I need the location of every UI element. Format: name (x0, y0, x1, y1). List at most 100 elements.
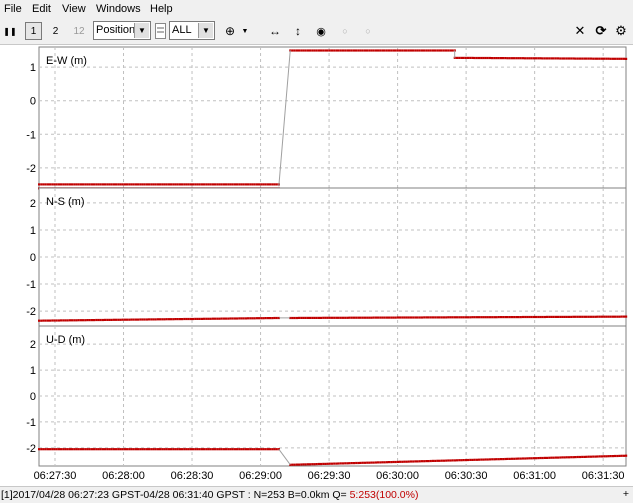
data-point (300, 463, 303, 466)
menu-windows[interactable]: Windows (96, 3, 141, 15)
data-point (401, 460, 404, 463)
data-point (130, 318, 133, 321)
center-origin-button[interactable]: ◉ (313, 22, 329, 40)
data-point (134, 183, 137, 186)
data-point (455, 56, 459, 59)
show-track-button[interactable]: ○ (337, 22, 353, 40)
frequency-button[interactable] (154, 22, 167, 40)
data-point (453, 459, 456, 462)
data-point (425, 316, 428, 319)
close-button[interactable]: ✕ (572, 22, 588, 40)
satellite-select[interactable]: ALL ▼ (169, 21, 215, 40)
data-point (510, 316, 514, 319)
data-point (165, 448, 168, 451)
data-point (77, 448, 80, 451)
data-point (611, 57, 614, 60)
reload-button[interactable]: ⟳ (593, 22, 609, 40)
data-point (141, 183, 144, 186)
crosshair-button[interactable]: ⊕ (222, 22, 238, 40)
x-tick-label: 06:30:00 (376, 470, 419, 482)
data-point (559, 315, 562, 318)
data-point (317, 462, 320, 466)
y-tick-label: -2 (26, 443, 36, 455)
data-point (585, 315, 588, 318)
data-point (403, 460, 406, 463)
plot-2-button[interactable]: 2 (47, 22, 64, 40)
data-point (104, 318, 107, 321)
plot-type-select[interactable]: Position ▼ (93, 21, 151, 40)
plot-1-button[interactable]: 1 (25, 22, 42, 40)
data-point (328, 316, 331, 319)
data-point (203, 448, 206, 451)
data-point (486, 56, 489, 60)
data-point (242, 317, 245, 320)
data-point (401, 49, 404, 52)
data-point (550, 57, 553, 60)
plot-12-button[interactable]: 12 (69, 22, 89, 40)
data-point (62, 319, 65, 322)
menu-edit[interactable]: Edit (32, 3, 51, 15)
data-point (40, 319, 43, 322)
data-point (302, 463, 305, 466)
data-point (172, 448, 175, 451)
data-point (567, 57, 571, 60)
data-point (462, 316, 465, 319)
data-point (574, 456, 577, 459)
fit-horizontal-button[interactable]: ↔ (266, 22, 284, 40)
data-point (269, 317, 272, 320)
data-point (90, 319, 93, 322)
data-point (42, 319, 45, 322)
data-point (436, 49, 439, 52)
data-point (130, 448, 133, 451)
data-point (543, 315, 546, 319)
data-point (251, 183, 254, 186)
x-tick-label: 06:31:30 (582, 470, 625, 482)
data-point (442, 459, 446, 462)
data-point (451, 49, 454, 52)
data-point (460, 56, 463, 59)
data-point (298, 49, 301, 52)
data-point (607, 57, 610, 60)
menu-view[interactable]: View (62, 3, 86, 15)
y-tick-label: -2 (26, 306, 36, 318)
position-plot[interactable]: 1 0 -1 -2 E-W (m) 2 1 0 -1 -2 N-S (m) 2 1 0 -1 -2 U-D (m… (0, 44, 633, 486)
data-point (123, 448, 126, 451)
data-point (361, 316, 364, 319)
panel-frame (38, 46, 627, 189)
data-point (97, 448, 100, 451)
pause-button[interactable]: ❚❚ (3, 22, 17, 40)
data-point (82, 183, 85, 186)
data-point (409, 49, 412, 52)
data-point (521, 315, 525, 319)
data-point (40, 448, 43, 451)
fit-vertical-button[interactable]: ↕ (290, 22, 306, 40)
data-point (244, 183, 247, 186)
data-point (229, 448, 232, 451)
data-point (515, 457, 518, 460)
data-point (447, 316, 450, 319)
fix-center-button[interactable]: ○ (360, 22, 376, 40)
data-point (611, 455, 614, 458)
data-point (482, 56, 485, 60)
data-point (337, 49, 340, 52)
settings-button[interactable]: ⚙ (613, 22, 629, 40)
data-point (418, 316, 421, 319)
data-point (403, 316, 406, 319)
data-point (611, 315, 614, 318)
data-point (86, 319, 89, 322)
menu-help[interactable]: Help (150, 3, 173, 15)
data-point (293, 463, 296, 466)
data-point (106, 448, 109, 451)
data-point (592, 315, 595, 318)
data-point (38, 448, 41, 451)
menu-file[interactable]: File (4, 3, 22, 15)
data-point (374, 49, 377, 52)
data-point (416, 460, 419, 463)
data-point (240, 183, 243, 186)
crosshair-dropdown[interactable]: ▼ (240, 22, 250, 40)
data-point (214, 448, 217, 451)
pause-icon: ❚❚ (3, 26, 17, 36)
data-point (348, 49, 351, 52)
data-point (513, 316, 516, 319)
data-point (418, 49, 421, 52)
